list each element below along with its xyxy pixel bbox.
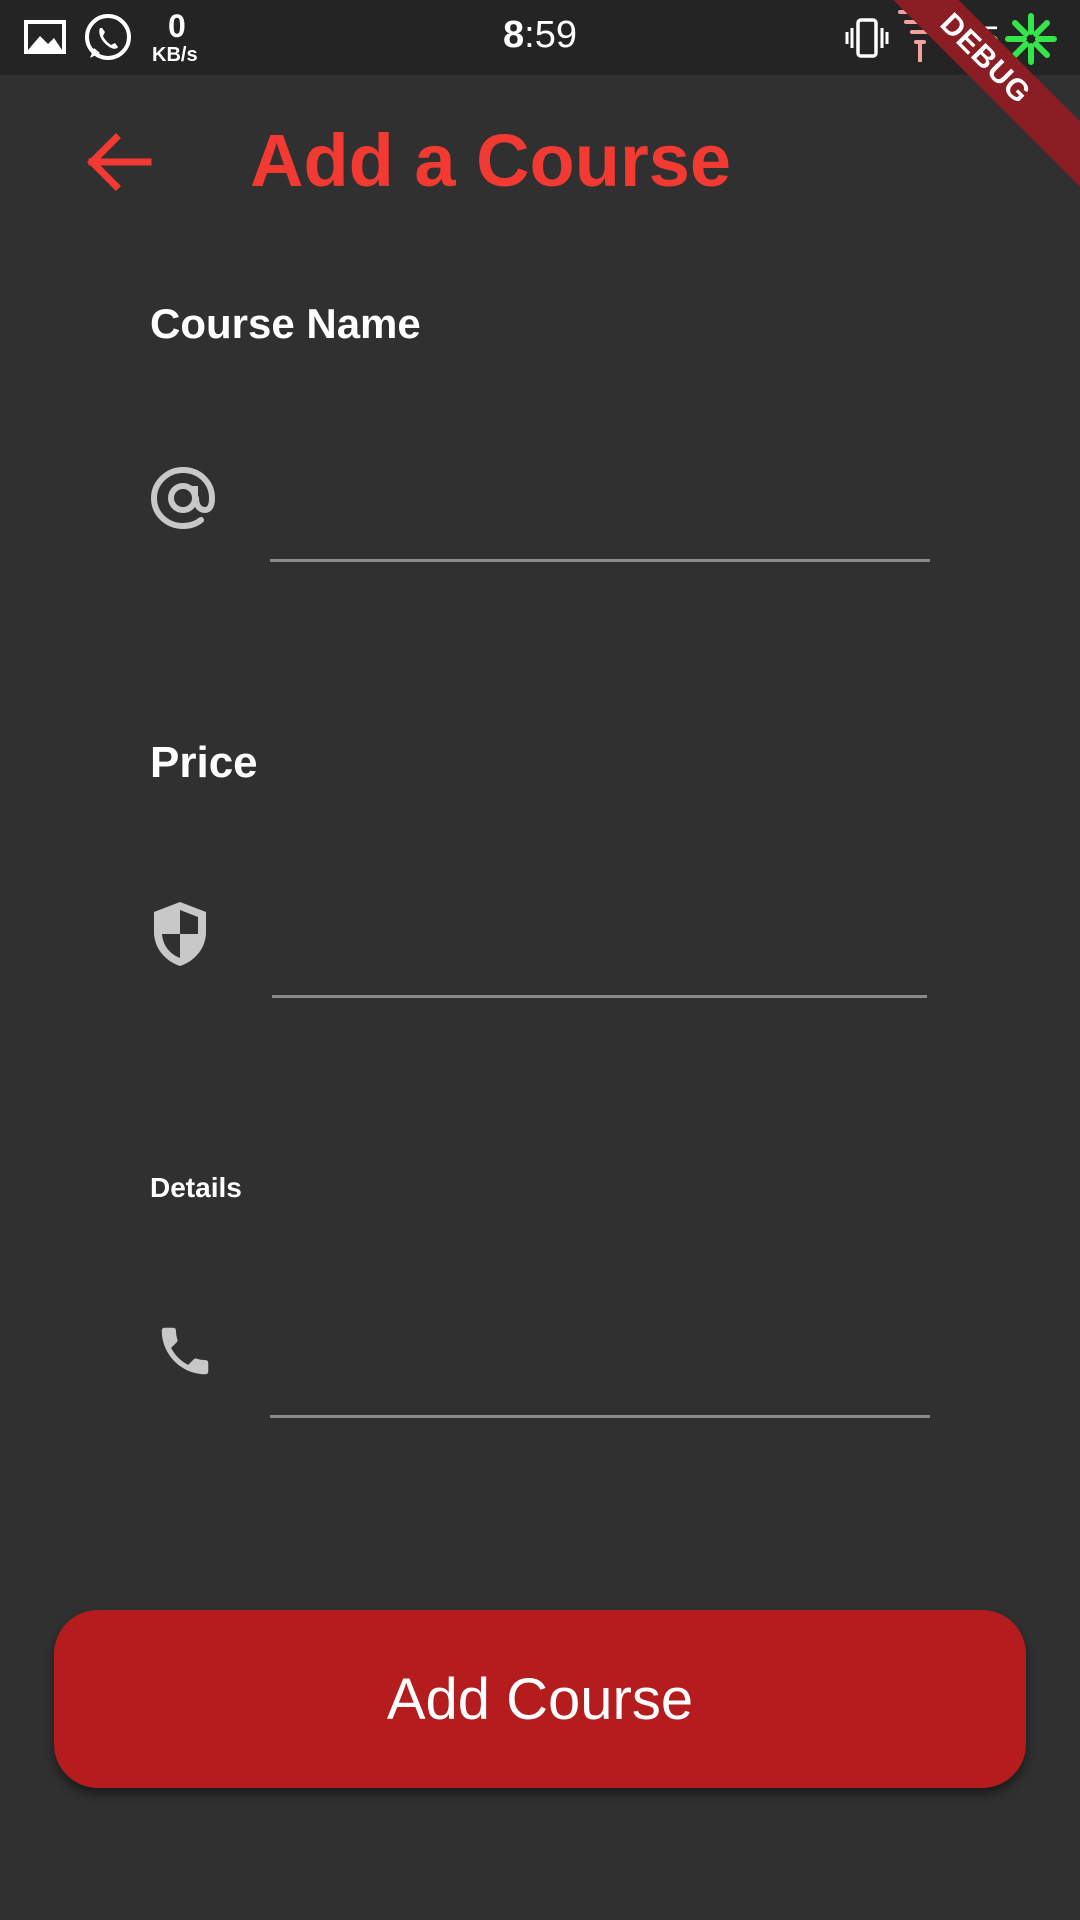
gallery-icon: [24, 20, 66, 54]
add-course-button[interactable]: Add Course: [54, 1610, 1026, 1788]
course-name-label: Course Name: [150, 300, 421, 347]
course-name-input[interactable]: [270, 472, 930, 562]
phone-icon: [161, 1327, 209, 1375]
arrow-back-icon: [87, 133, 152, 191]
price-label: Price: [150, 738, 258, 787]
price-input[interactable]: [272, 908, 927, 998]
net-speed-value: 0: [168, 8, 186, 44]
details-input[interactable]: [270, 1328, 930, 1418]
whatsapp-icon: [85, 14, 131, 60]
net-speed-unit: KB/s: [152, 44, 198, 66]
shield-icon: [154, 902, 206, 966]
at-icon: [150, 466, 216, 530]
clock-hour: 8: [503, 14, 525, 56]
vibrate-icon: [845, 18, 889, 58]
clock-minutes: :59: [524, 14, 577, 56]
back-button[interactable]: [80, 128, 160, 198]
details-label: Details: [150, 1172, 242, 1203]
status-clock: 8:59: [480, 14, 600, 57]
page-title: Add a Course: [250, 119, 732, 202]
